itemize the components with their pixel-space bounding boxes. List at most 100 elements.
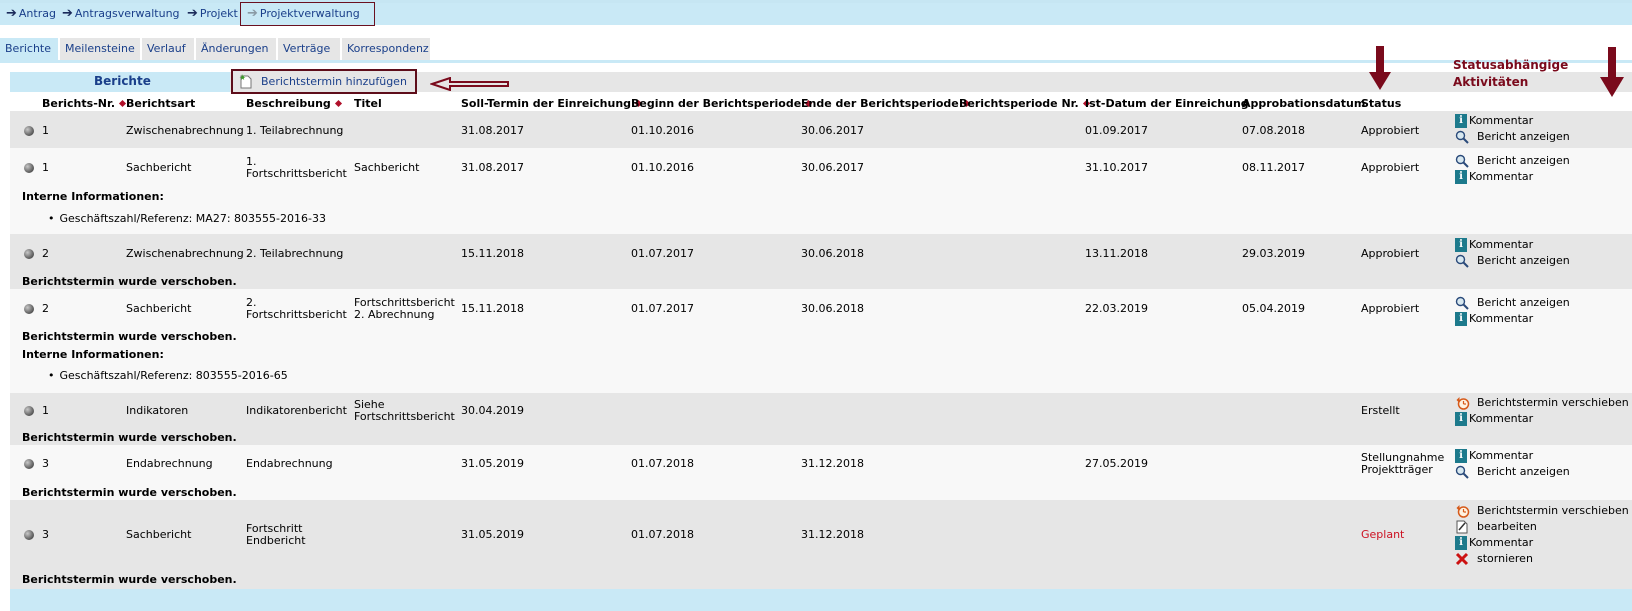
cell-status: Approbiert: [1361, 161, 1420, 174]
cell-nr: 3: [42, 457, 49, 470]
action-kommentar[interactable]: i Kommentar: [1455, 312, 1625, 326]
cell-status: Stellungnahme Projektträger: [1361, 451, 1445, 476]
col-berichts-nr[interactable]: Berichts-Nr.: [42, 97, 127, 110]
info-icon: i: [1455, 536, 1467, 550]
breadcrumb-antrag[interactable]: ➔ Antrag: [6, 3, 56, 25]
magnifier-icon: [1455, 254, 1469, 268]
breadcrumb-projektverwaltung[interactable]: ➔ Projektverwaltung: [240, 2, 375, 26]
action-stornieren[interactable]: stornieren: [1455, 552, 1625, 566]
cell-beschreibung: 2. Teilabrechnung: [246, 247, 344, 260]
cell-ende: 31.12.2018: [801, 457, 864, 470]
breadcrumb: ➔ Antrag ➔ Antragsverwaltung ➔ Projekt ➔ Pro…: [0, 2, 1632, 26]
col-ende[interactable]: Ende der Berichtsperiode: [801, 97, 970, 110]
edit-icon: [1456, 520, 1468, 534]
reference-item: Geschäftszahl/Referenz: 803555-2016-65: [48, 369, 288, 382]
action-bericht-anzeigen[interactable]: Bericht anzeigen: [1455, 296, 1625, 310]
cell-approbation: 07.08.2018: [1242, 124, 1305, 137]
action-bearbeiten[interactable]: bearbeiten: [1455, 520, 1625, 534]
row-status-dot-icon: [24, 304, 34, 314]
cell-beginn: 01.07.2018: [631, 457, 694, 470]
cell-beschreibung: Fortschritt Endbericht: [246, 522, 306, 547]
table-row: [10, 393, 1632, 445]
action-kommentar[interactable]: i Kommentar: [1455, 170, 1625, 184]
cell-beschreibung: Endabrechnung: [246, 457, 333, 470]
cross-icon: [1455, 552, 1469, 566]
clock-icon: [1456, 397, 1470, 410]
col-beschreibung[interactable]: Beschreibung: [246, 97, 342, 110]
magnifier-icon: [1455, 130, 1469, 144]
cell-status: Geplant: [1361, 528, 1405, 541]
cell-beschreibung: 2. Fortschrittsbericht: [246, 296, 347, 321]
add-report-date-button[interactable]: Berichtstermin hinzufügen: [231, 69, 417, 94]
cell-beginn: 01.10.2016: [631, 161, 694, 174]
cell-status: Approbiert: [1361, 124, 1420, 137]
annotation-arrow-down-icon: [1369, 46, 1391, 90]
action-kommentar[interactable]: i Kommentar: [1455, 238, 1625, 252]
action-berichtstermin-verschieben[interactable]: Berichtstermin verschieben: [1455, 504, 1631, 518]
cell-berichtsart: Zwischenabrechnung: [126, 124, 244, 137]
footer-bar: [10, 589, 1632, 611]
col-beginn[interactable]: Beginn der Berichtsperiode: [631, 97, 813, 110]
col-periode-nr[interactable]: Berichtsperiode Nr.: [959, 97, 1090, 110]
cell-beginn: 01.07.2017: [631, 247, 694, 260]
cell-berichtsart: Sachbericht: [126, 161, 192, 174]
new-document-icon: [239, 74, 252, 89]
cell-nr: 1: [42, 404, 49, 417]
action-kommentar[interactable]: i Kommentar: [1455, 536, 1625, 550]
cell-nr: 2: [42, 247, 49, 260]
action-kommentar[interactable]: i Kommentar: [1455, 114, 1625, 128]
row-status-dot-icon: [24, 249, 34, 259]
action-bericht-anzeigen[interactable]: Bericht anzeigen: [1455, 465, 1625, 479]
cell-berichtsart: Zwischenabrechnung: [126, 247, 244, 260]
cell-beginn: 01.10.2016: [631, 124, 694, 137]
info-icon: i: [1455, 238, 1467, 252]
arrow-right-icon: ➔: [62, 6, 73, 21]
sort-icon[interactable]: [118, 99, 127, 108]
cell-approbation: 29.03.2019: [1242, 247, 1305, 260]
tab-verlauf[interactable]: Verlauf: [142, 38, 194, 60]
cell-ist: 13.11.2018: [1085, 247, 1148, 260]
arrow-right-icon: ➔: [247, 6, 258, 21]
cell-berichtsart: Sachbericht: [126, 302, 192, 315]
cell-approbation: 05.04.2019: [1242, 302, 1305, 315]
col-berichtsart: Berichtsart: [126, 97, 196, 110]
action-kommentar[interactable]: i Kommentar: [1455, 412, 1625, 426]
action-berichtstermin-verschieben[interactable]: Berichtstermin verschieben: [1455, 396, 1631, 410]
action-bericht-anzeigen[interactable]: Bericht anzeigen: [1455, 154, 1625, 168]
cell-soll: 31.08.2017: [461, 161, 524, 174]
cell-titel: Sachbericht: [354, 161, 420, 174]
moved-note: Berichtstermin wurde verschoben.: [22, 275, 237, 288]
annotation-arrow-left-icon: [430, 77, 509, 91]
cell-nr: 1: [42, 161, 49, 174]
info-icon: i: [1455, 312, 1467, 326]
tab-korrespondenz[interactable]: Korrespondenz: [342, 38, 430, 60]
col-status: Status: [1361, 97, 1402, 110]
tab-vertraege[interactable]: Verträge: [278, 38, 340, 60]
cell-ist: 31.10.2017: [1085, 161, 1148, 174]
tab-berichte[interactable]: Berichte: [0, 38, 58, 60]
cell-berichtsart: Indikatoren: [126, 404, 189, 417]
action-kommentar[interactable]: i Kommentar: [1455, 449, 1625, 463]
moved-note: Berichtstermin wurde verschoben.: [22, 431, 237, 444]
magnifier-icon: [1455, 296, 1469, 310]
sort-icon[interactable]: [334, 99, 342, 108]
cell-soll: 31.05.2019: [461, 457, 524, 470]
cell-approbation: 08.11.2017: [1242, 161, 1305, 174]
section-title: Berichte: [94, 74, 151, 88]
action-bericht-anzeigen[interactable]: Bericht anzeigen: [1455, 254, 1625, 268]
breadcrumb-projekt[interactable]: ➔ Projekt: [187, 3, 238, 25]
action-bericht-anzeigen[interactable]: Bericht anzeigen: [1455, 130, 1625, 144]
info-icon: i: [1455, 170, 1467, 184]
row-status-dot-icon: [24, 459, 34, 469]
cell-soll: 30.04.2019: [461, 404, 524, 417]
cell-ende: 30.06.2018: [801, 247, 864, 260]
info-icon: i: [1455, 449, 1467, 463]
tab-aenderungen[interactable]: Änderungen: [196, 38, 276, 60]
col-approbationsdatum: Approbationsdatum: [1242, 97, 1366, 110]
tab-meilensteine[interactable]: Meilensteine: [60, 38, 140, 60]
cell-ist: 01.09.2017: [1085, 124, 1148, 137]
col-soll-termin[interactable]: Soll-Termin der Einreichung: [461, 97, 643, 110]
internal-info-heading: Interne Informationen:: [22, 190, 164, 203]
breadcrumb-antragsverwaltung[interactable]: ➔ Antragsverwaltung: [62, 3, 180, 25]
cell-ende: 30.06.2017: [801, 161, 864, 174]
